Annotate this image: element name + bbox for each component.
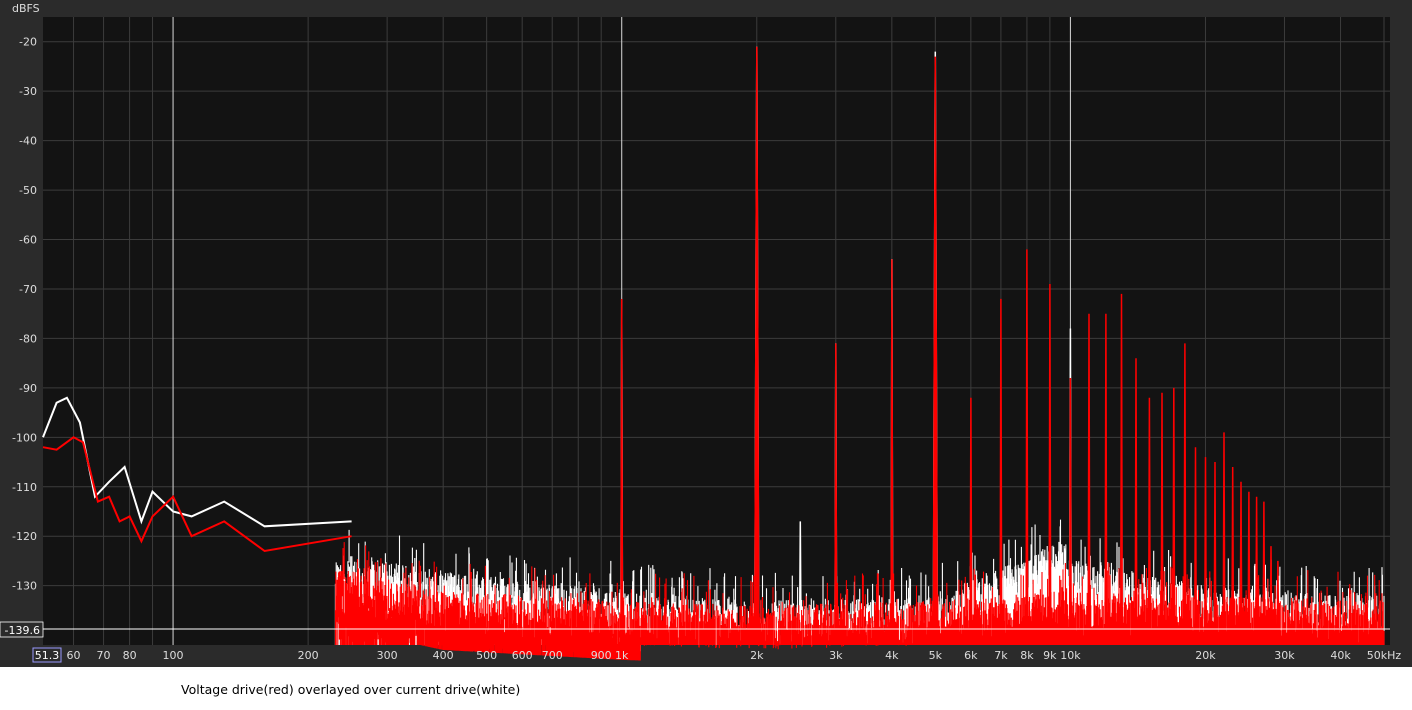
y-tick-label: -30 [19,85,37,98]
x-tick-label: 500 [476,649,497,662]
x-tick-label: 900 [591,649,612,662]
harmonic-peak [1276,560,1280,646]
harmonic-peak [1203,457,1208,646]
x-tick-label: 600 [512,649,533,662]
x-tick-label: 1k [615,649,629,662]
x-tick-label: 4k [885,649,899,662]
y-tick-label: -130 [12,580,37,593]
x-cursor-readout: 51.3 [35,649,60,662]
harmonic-peak [890,259,894,646]
harmonic-peak [999,298,1003,646]
y-tick-label: -70 [19,283,37,296]
harmonic-peak [1160,392,1164,646]
harmonic-peak [1231,466,1235,646]
x-tick-label: 80 [123,649,137,662]
harmonic-peak [1068,377,1072,646]
chart-caption: Voltage drive(red) overlayed over curren… [181,682,521,697]
x-tick-label: 30k [1274,649,1295,662]
x-tick-label: 40k [1330,649,1351,662]
harmonic-peak [1048,283,1052,646]
x-tick-label: 8k [1020,649,1034,662]
plot-area[interactable] [43,17,1390,645]
x-tick-label: 10k [1060,649,1081,662]
x-tick-label: 20k [1195,649,1216,662]
harmonic-peak [1213,461,1217,646]
harmonic-peak [1134,358,1138,646]
harmonic-peak [1222,432,1226,646]
y-tick-label: -20 [19,36,37,49]
harmonic-peak [1104,313,1108,646]
y-tick-label: -40 [19,135,37,148]
x-tick-label: 700 [542,649,563,662]
y-tick-label: -110 [12,481,37,494]
harmonic-peak [620,298,624,646]
x-tick-label: 2k [750,649,764,662]
x-tick-label: 300 [377,649,398,662]
x-tick-label: 3k [829,649,843,662]
harmonic-peak [1193,447,1198,646]
harmonic-peak [834,343,838,646]
y-axis-ticks: -20 -30 -40 -50 -60 -70 -80 -90 -100 -110 -120 -130 [12,36,37,593]
x-tick-label: 50kHz [1367,649,1402,662]
y-tick-label: -50 [19,184,37,197]
y-cursor-readout: -139.6 [5,624,40,637]
y-axis-label: dBFS [12,2,40,15]
harmonic-peak [1247,491,1251,646]
x-tick-label: 7k [994,649,1008,662]
spectrum-chart[interactable]: -20 -30 -40 -50 -60 -70 -80 -90 -100 -110 -120 -130… [0,0,1412,667]
x-tick-label: 70 [97,649,111,662]
harmonic-peak [969,397,973,646]
harmonic-peak [1025,249,1029,646]
analyzer-window: -20 -30 -40 -50 -60 -70 -80 -90 -100 -110 -120 -130… [0,0,1412,667]
x-tick-label: 60 [67,649,81,662]
x-tick-label: 6k [964,649,978,662]
harmonic-peak [1239,481,1243,646]
x-tick-label: 100 [163,649,184,662]
harmonic-peak [1255,496,1259,646]
y-tick-label: -120 [12,530,37,543]
x-tick-label: 9k [1043,649,1057,662]
y-tick-label: -80 [19,332,37,345]
y-tick-label: -90 [19,382,37,395]
harmonic-peak [1119,293,1124,646]
harmonic-peak [1172,387,1176,646]
x-axis-ticks: 60 70 80 100 200 300 400 500 600 700 900 1k 2k 3k 4k 5k… [67,649,1402,662]
y-tick-label: -60 [19,234,37,247]
y-tick-label: -100 [12,431,37,444]
harmonic-peak [1087,313,1091,646]
x-tick-label: 400 [433,649,454,662]
harmonic-peak [1183,343,1187,646]
harmonic-peak [1262,501,1266,646]
x-tick-label: 5k [929,649,943,662]
x-tick-label: 200 [298,649,319,662]
harmonic-peak [1269,546,1273,646]
harmonic-peak [1147,397,1151,646]
